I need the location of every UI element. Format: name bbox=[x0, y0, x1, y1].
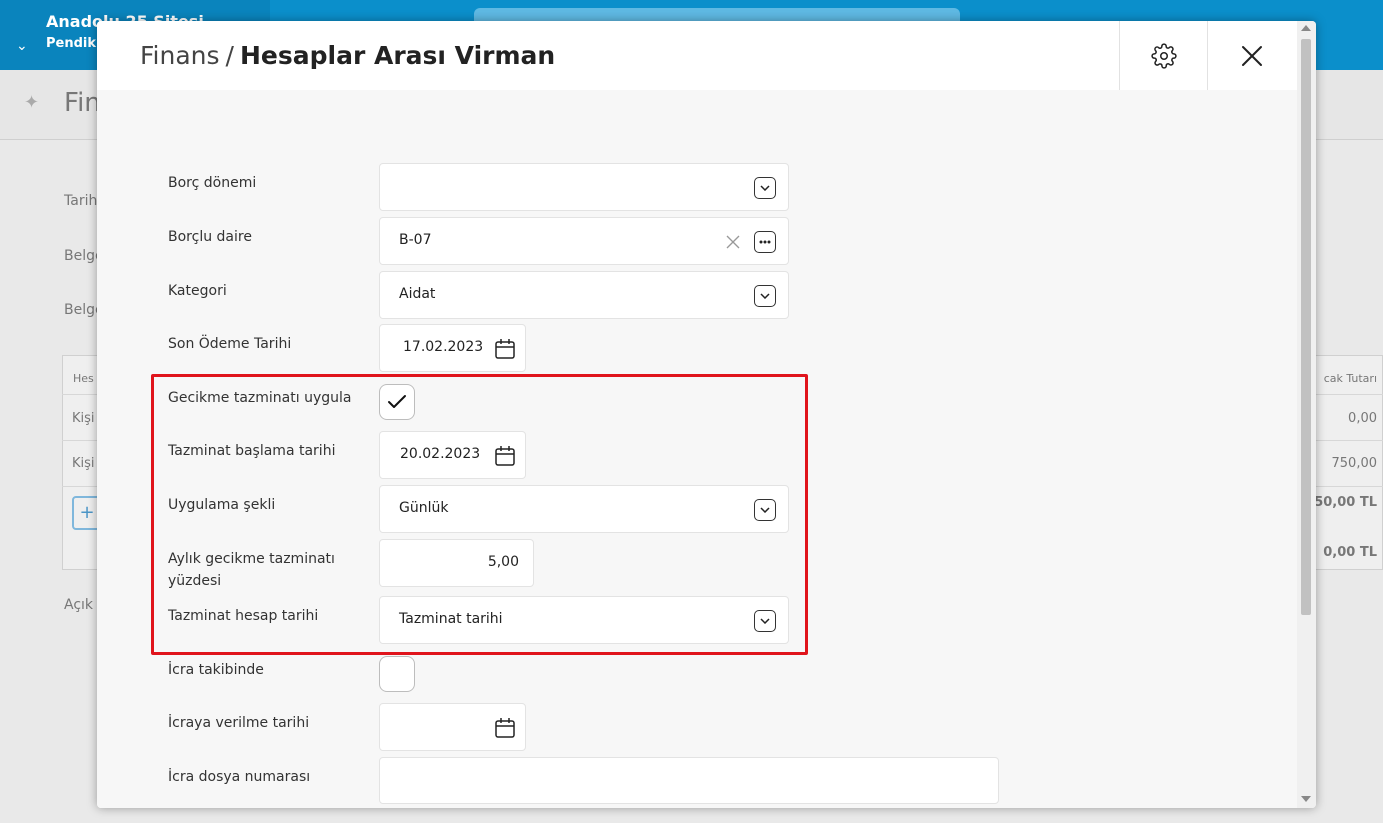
app-subtitle: Pendik bbox=[46, 36, 97, 51]
son-odeme-tarihi-field[interactable]: 17.02.2023 bbox=[379, 324, 526, 372]
table-cell: 0,00 bbox=[1348, 411, 1377, 426]
field-label: Kategori bbox=[168, 283, 227, 299]
table-cell: Kişi bbox=[72, 411, 95, 426]
table-cell: Kişi bbox=[72, 456, 95, 471]
table-header-left: Hes bbox=[73, 372, 94, 385]
chevron-down-icon[interactable] bbox=[754, 177, 776, 199]
table-total: 50,00 TL bbox=[1314, 495, 1377, 510]
icraya-verilme-tarihi-field[interactable] bbox=[379, 703, 526, 751]
icra-takibinde-checkbox[interactable] bbox=[379, 656, 415, 692]
borclu-daire-value: B-07 bbox=[399, 232, 432, 248]
clear-icon[interactable] bbox=[726, 235, 740, 249]
bg-label-tarih: Tarih bbox=[64, 193, 98, 209]
scroll-thumb[interactable] bbox=[1301, 39, 1311, 615]
field-label: Son Ödeme Tarihi bbox=[168, 336, 292, 352]
icra-dosya-numarasi-field[interactable] bbox=[379, 757, 999, 804]
table-header-right: cak Tutarı bbox=[1323, 372, 1377, 385]
pin-icon[interactable]: ✦ bbox=[24, 92, 39, 113]
calendar-icon[interactable] bbox=[493, 337, 517, 361]
chevron-down-icon[interactable] bbox=[754, 285, 776, 307]
kategori-value: Aidat bbox=[399, 286, 436, 302]
field-label: Borçlu daire bbox=[168, 229, 252, 245]
field-label: İcraya verilme tarihi bbox=[168, 715, 310, 731]
table-cell: 750,00 bbox=[1331, 456, 1378, 471]
scroll-up-arrow[interactable] bbox=[1301, 25, 1311, 31]
calendar-icon[interactable] bbox=[493, 716, 517, 740]
bg-label-aciklama: Açık bbox=[64, 597, 94, 613]
son-odeme-tarihi-value: 17.02.2023 bbox=[403, 339, 484, 355]
chevron-down-icon[interactable]: ⌄ bbox=[16, 38, 28, 54]
highlight-box bbox=[151, 374, 808, 655]
scroll-down-arrow[interactable] bbox=[1301, 796, 1311, 802]
borclu-daire-field[interactable]: B-07 bbox=[379, 217, 789, 265]
borc-donemi-select[interactable] bbox=[379, 163, 789, 211]
kategori-select[interactable]: Aidat bbox=[379, 271, 789, 319]
field-label: Borç dönemi bbox=[168, 175, 257, 191]
table-total: 0,00 TL bbox=[1323, 545, 1377, 560]
field-label: İcra dosya numarası bbox=[168, 769, 311, 785]
more-icon[interactable] bbox=[754, 231, 776, 253]
scrollbar[interactable] bbox=[1297, 21, 1316, 808]
field-label: İcra takibinde bbox=[168, 662, 264, 678]
